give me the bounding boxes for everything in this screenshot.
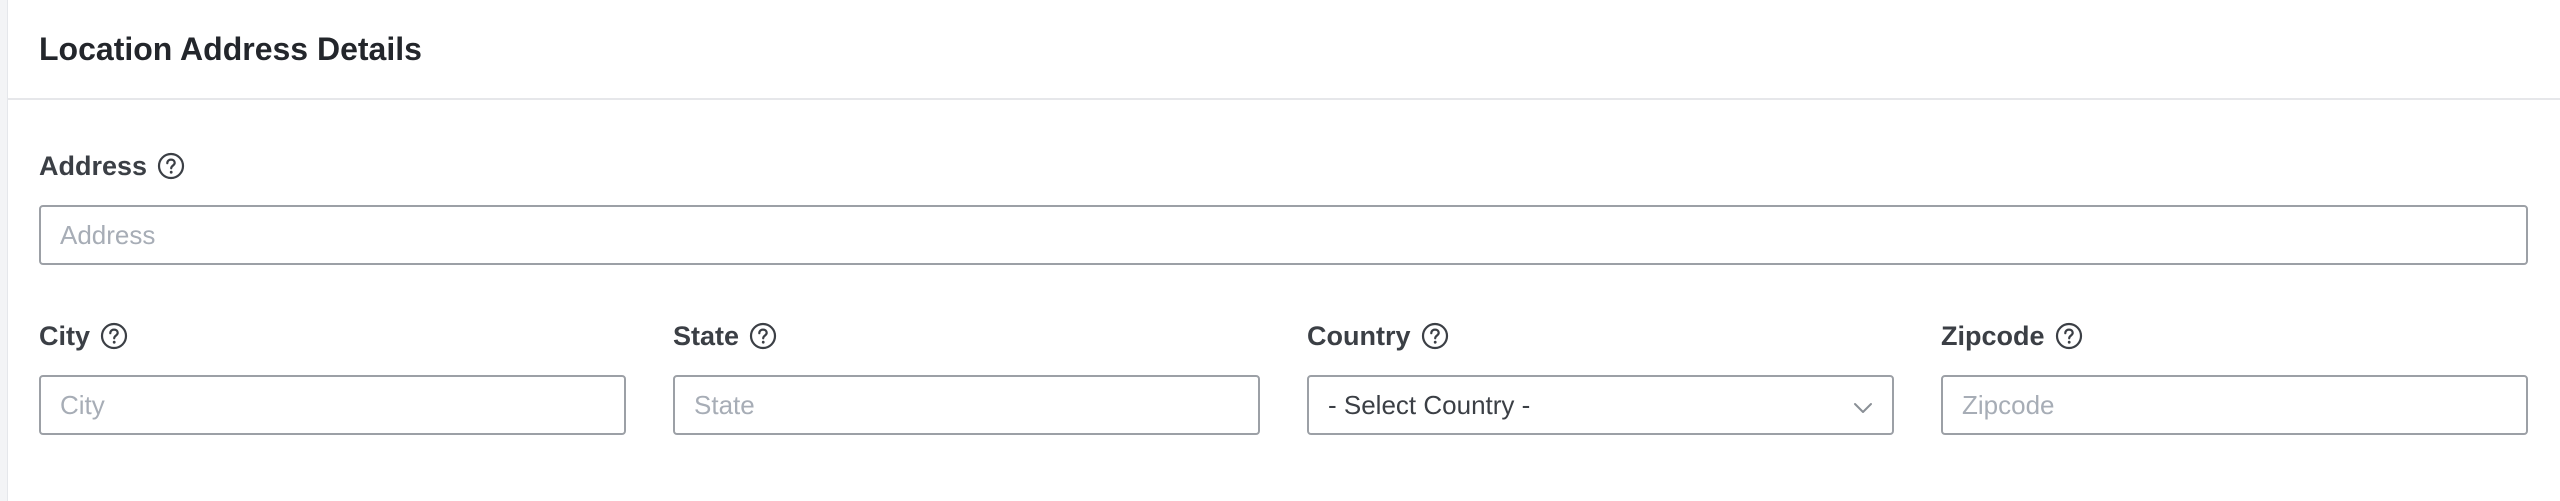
country-select[interactable]: - Select Country -	[1307, 375, 1894, 435]
state-label-row: State	[673, 318, 778, 354]
card-title: Location Address Details	[39, 31, 422, 67]
city-label-row: City	[39, 318, 129, 354]
state-label: State	[673, 321, 740, 351]
zipcode-label: Zipcode	[1941, 321, 2045, 351]
zipcode-input[interactable]	[1941, 375, 2528, 435]
address-label-row: Address	[39, 148, 186, 184]
address-label: Address	[39, 151, 148, 181]
state-input[interactable]	[673, 375, 1260, 435]
address-input[interactable]	[39, 205, 2528, 265]
help-circle-icon[interactable]	[1420, 321, 1450, 351]
chevron-down-icon	[1852, 395, 1874, 417]
help-circle-icon[interactable]	[748, 321, 778, 351]
help-circle-icon[interactable]	[99, 321, 129, 351]
country-label-row: Country	[1307, 318, 1450, 354]
country-label: Country	[1307, 321, 1411, 351]
city-input[interactable]	[39, 375, 626, 435]
location-address-card: Location Address Details Address City	[7, 0, 2560, 501]
card-header: Location Address Details	[8, 0, 2560, 100]
help-circle-icon[interactable]	[2054, 321, 2084, 351]
help-circle-icon[interactable]	[156, 151, 186, 181]
zipcode-label-row: Zipcode	[1941, 318, 2084, 354]
country-select-value: - Select Country -	[1328, 389, 1531, 420]
city-label: City	[39, 321, 91, 351]
